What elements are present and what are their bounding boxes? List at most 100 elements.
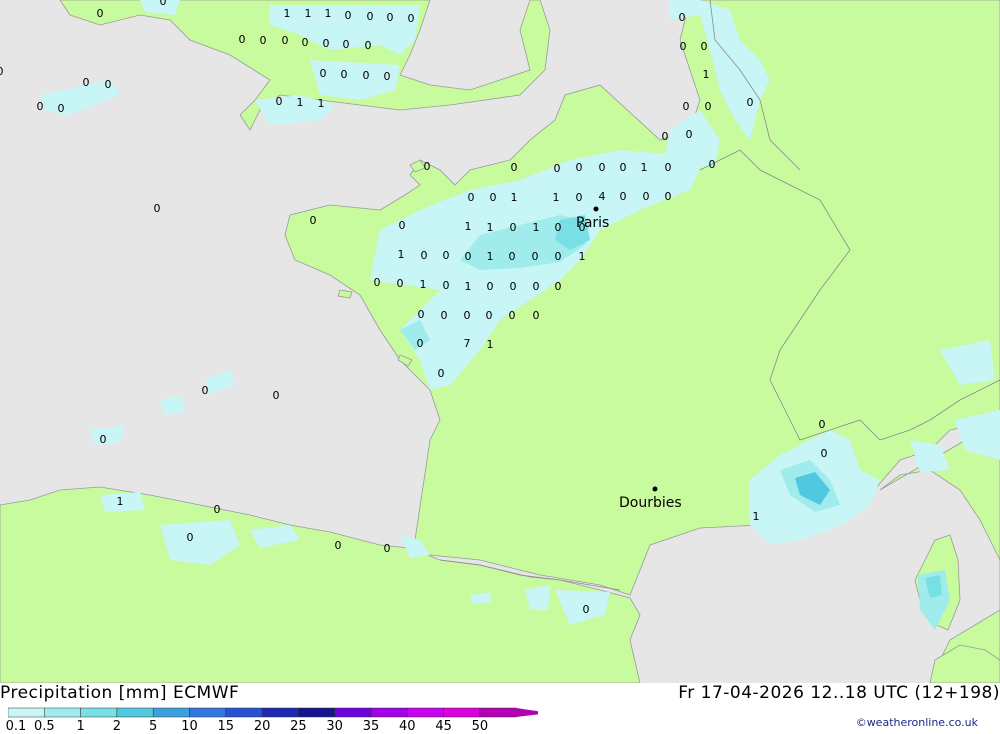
precip-value-label: 0 [680,40,687,53]
precip-value-label: 0 [509,309,516,322]
precip-value-label: 0 [555,280,562,293]
scale-tick-label: 15 [217,719,235,734]
precip-value-label: 1 [398,248,405,261]
precip-value-label: 0 [443,249,450,262]
precip-value-label: 1 [533,221,540,234]
precip-value-label: 0 [239,33,246,46]
precip-value-label: 0 [310,214,317,227]
precip-value-label: 0 [363,69,370,82]
scale-segment [443,707,481,718]
scale-segment [225,707,263,718]
precip-value-label: 0 [421,249,428,262]
precip-value-label: 0 [335,539,342,552]
scale-tick-label: 1 [76,719,85,734]
precip-value-label: 0 [511,161,518,174]
map-datetime: Fr 17-04-2026 12..18 UTC (12+198) [678,683,1000,703]
precip-value-label: 0 [424,160,431,173]
precip-value-label: 0 [533,309,540,322]
scale-tick-label: 45 [435,719,452,734]
scale-tick-label: 2 [112,719,122,734]
credit[interactable]: ©weatheronline.co.uk [856,716,978,729]
precip-value-label: 0 [105,78,112,91]
precip-value-label: 0 [486,309,493,322]
footer: Precipitation [mm] ECMWF Fr 17-04-2026 1… [0,683,1000,734]
precipitation-map: Paris Dourbies 1110000000000000000011000… [0,0,1000,683]
precip-value-label: 0 [510,280,517,293]
precip-value-label: 0 [0,65,4,78]
precip-value-label: 1 [487,338,494,351]
precip-value-label: 0 [365,39,372,52]
precip-value-label: 0 [821,447,828,460]
precip-value-label: 0 [705,100,712,113]
precip-value-label: 0 [665,161,672,174]
scale-segment [261,707,299,718]
precip-value-label: 0 [443,279,450,292]
scale-tick-label: 0.1 [5,719,27,734]
precip-value-label: 1 [487,221,494,234]
precip-value-label: 0 [555,250,562,263]
precip-value-label: 0 [643,190,650,203]
precip-value-label: 7 [464,337,471,350]
scale-tick-label: 0.5 [33,719,55,734]
scale-segment [8,707,45,718]
precip-value-label: 1 [465,280,472,293]
precip-value-label: 0 [576,191,583,204]
precip-value-label: 1 [420,278,427,291]
precip-value-label: 0 [620,190,627,203]
precip-value-label: 1 [641,161,648,174]
precip-value-label: 1 [284,7,291,20]
precip-value-label: 0 [576,161,583,174]
precip-value-label: 0 [819,418,826,431]
precip-value-label: 0 [384,70,391,83]
scale-tick-label: 40 [399,719,416,734]
scale-segment [298,707,335,718]
scale-segment [407,707,444,718]
precip-value-label: 0 [468,191,475,204]
precip-value-label: 0 [282,34,289,47]
precip-value-label: 0 [58,102,65,115]
precip-value-label: 1 [487,250,494,263]
scale-segment [334,707,372,718]
precip-value-label: 0 [302,36,309,49]
precip-value-label: 1 [297,96,304,109]
precip-value-label: 0 [418,308,425,321]
scale-tick-label: 50 [471,719,489,734]
precip-value-label: 0 [343,38,350,51]
precip-value-label: 0 [583,603,590,616]
precip-value-label: 0 [662,130,669,143]
precip-value-label: 0 [487,280,494,293]
precip-value-label: 0 [686,128,693,141]
precip-value-label: 0 [214,503,221,516]
precip-value-label: 0 [83,76,90,89]
precip-value-label: 0 [37,100,44,113]
precip-value-label: 0 [384,542,391,555]
precip-value-label: 0 [187,531,194,544]
precip-value-label: 0 [679,11,686,24]
precip-value-label: 4 [599,190,606,203]
precip-value-label: 0 [399,219,406,232]
precip-value-label: 1 [753,510,760,523]
scale-segment [370,707,408,718]
precip-value-label: 0 [97,7,104,20]
precip-value-label: 0 [701,40,708,53]
precip-value-label: 0 [341,68,348,81]
precip-value-label: 0 [533,280,540,293]
precip-value-label: 0 [465,250,472,263]
precip-value-label: 0 [490,191,497,204]
precip-value-label: 0 [438,367,445,380]
precip-value-label: 0 [276,95,283,108]
precip-value-label: 0 [554,162,561,175]
precip-value-label: 0 [100,433,107,446]
precip-value-label: 0 [509,250,516,263]
precip-value-label: 0 [441,309,448,322]
precip-value-label: 0 [683,100,690,113]
scale-tick-label: 35 [362,719,380,734]
scale-segment [479,707,517,718]
precip-value-label: 1 [553,191,560,204]
scale-tick-label: 30 [326,719,343,734]
scale-tick-label: 25 [290,719,307,734]
precip-value-label: 0 [202,384,209,397]
precip-value-label: 1 [117,495,124,508]
precip-value-label: 0 [665,190,672,203]
precip-value-label: 0 [510,221,517,234]
